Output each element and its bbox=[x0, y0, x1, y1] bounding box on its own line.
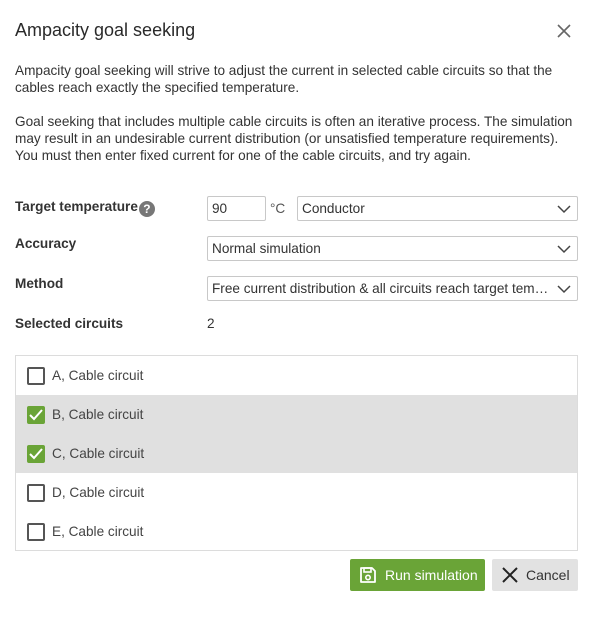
ampacity-dialog: Ampacity goal seeking Ampacity goal seek… bbox=[0, 0, 594, 619]
circuit-row[interactable]: D, Cable circuit bbox=[16, 473, 577, 512]
note-text: Goal seeking that includes multiple cabl… bbox=[15, 114, 573, 163]
target-temperature-label: Target temperature? bbox=[15, 199, 155, 217]
chevron-down-icon bbox=[557, 204, 571, 213]
circuit-label: B, Cable circuit bbox=[52, 407, 144, 422]
circuit-checkbox[interactable] bbox=[27, 483, 45, 502]
circuit-label: D, Cable circuit bbox=[52, 485, 145, 500]
temperature-location-value: Conductor bbox=[302, 201, 365, 216]
circuit-checkbox[interactable] bbox=[27, 444, 45, 463]
accuracy-value: Normal simulation bbox=[212, 241, 321, 256]
run-simulation-button[interactable]: Run simulation bbox=[350, 559, 485, 591]
circuit-row[interactable]: E, Cable circuit bbox=[16, 512, 577, 551]
accuracy-label: Accuracy bbox=[15, 236, 77, 251]
method-select[interactable]: Free current distribution & all circuits… bbox=[207, 276, 578, 301]
chevron-down-icon bbox=[557, 244, 571, 253]
temperature-location-select[interactable]: Conductor bbox=[297, 196, 578, 221]
help-icon[interactable]: ? bbox=[138, 201, 155, 217]
method-label: Method bbox=[15, 276, 64, 291]
circuit-checkbox[interactable] bbox=[27, 405, 45, 424]
target-temperature-input[interactable] bbox=[207, 196, 266, 221]
close-icon bbox=[502, 567, 518, 583]
dialog-title: Ampacity goal seeking bbox=[15, 20, 196, 40]
check-icon bbox=[29, 447, 43, 459]
selected-circuits-count: 2 bbox=[207, 316, 215, 331]
circuit-label: C, Cable circuit bbox=[52, 446, 145, 461]
target-temperature-label-text: Target temperature bbox=[15, 199, 138, 214]
close-icon bbox=[557, 24, 571, 38]
cancel-button[interactable]: Cancel bbox=[492, 559, 578, 591]
circuit-row[interactable]: A, Cable circuit bbox=[16, 356, 577, 395]
circuit-label: A, Cable circuit bbox=[52, 368, 144, 383]
chevron-down-icon bbox=[557, 284, 571, 293]
accuracy-select[interactable]: Normal simulation bbox=[207, 236, 578, 261]
cancel-label: Cancel bbox=[526, 567, 570, 583]
circuit-checkbox[interactable] bbox=[27, 366, 45, 385]
check-icon bbox=[29, 408, 43, 420]
method-value: Free current distribution & all circuits… bbox=[212, 281, 549, 296]
circuit-checkbox[interactable] bbox=[27, 522, 45, 541]
temperature-unit: °C bbox=[270, 201, 286, 216]
intro-text: Ampacity goal seeking will strive to adj… bbox=[15, 63, 553, 95]
circuit-row[interactable]: C, Cable circuit bbox=[16, 434, 577, 473]
circuit-list: A, Cable circuit B, Cable circuit C, Cable… bbox=[15, 355, 578, 551]
circuit-row[interactable]: B, Cable circuit bbox=[16, 395, 577, 434]
run-simulation-label: Run simulation bbox=[385, 567, 478, 583]
selected-circuits-label: Selected circuits bbox=[15, 316, 124, 331]
save-icon bbox=[359, 566, 377, 584]
close-button[interactable] bbox=[553, 20, 575, 42]
circuit-label: E, Cable circuit bbox=[52, 524, 144, 539]
